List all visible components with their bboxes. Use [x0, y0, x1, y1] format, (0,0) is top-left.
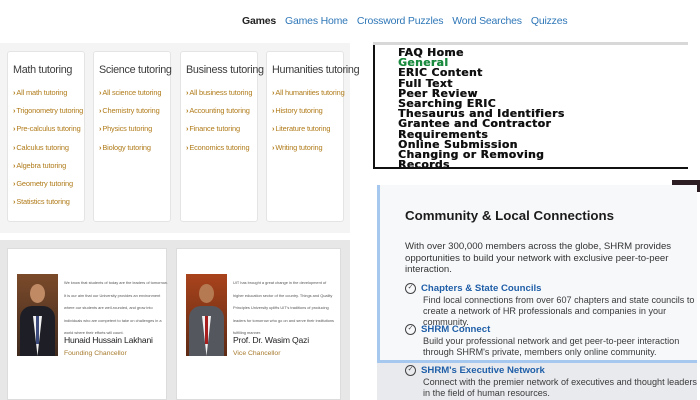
- humanities-tutoring-card: Humanities tutoring All humanities tutor…: [266, 51, 360, 222]
- shrm-card: Community & Local Connections With over …: [377, 185, 697, 400]
- tutoring-link[interactable]: Economics tutoring: [186, 139, 253, 157]
- vice-chancellor-role: Vice Chancellor: [233, 350, 281, 357]
- nav-crossword-puzzles[interactable]: Crossword Puzzles: [357, 15, 444, 27]
- card-title: Humanities tutoring: [272, 64, 360, 76]
- tutoring-link[interactable]: Statistics tutoring: [13, 193, 80, 211]
- check-circle-icon: ✓: [405, 283, 416, 294]
- shrm-title: Community & Local Connections: [405, 208, 615, 223]
- science-tutoring-card: Science tutoring All science tutoring Ch…: [93, 51, 172, 222]
- tutoring-link[interactable]: Pre-calculus tutoring: [13, 120, 80, 138]
- shrm-panel: Community & Local Connections With over …: [360, 180, 700, 400]
- check-circle-icon: ✓: [405, 324, 416, 335]
- vice-chancellor-photo: [186, 274, 227, 356]
- shrm-item-desc: Build your professional network and get …: [423, 336, 680, 357]
- math-tutoring-card: Math tutoring All math tutoring Trigonom…: [7, 51, 85, 222]
- eric-faq-menu: FAQ Home General ERIC Content Full Text …: [373, 45, 688, 169]
- tutoring-link[interactable]: Calculus tutoring: [13, 139, 80, 157]
- vice-chancellor-name: Prof. Dr. Wasim Qazi: [233, 335, 309, 345]
- card-title: Math tutoring: [13, 64, 73, 76]
- shrm-item-executive: ✓ SHRM's Executive Network Connect with …: [405, 365, 698, 399]
- tutoring-link[interactable]: Algebra tutoring: [13, 157, 80, 175]
- nav-games-home[interactable]: Games Home: [285, 15, 348, 27]
- shrm-item-desc: Find local connections from over 607 cha…: [423, 295, 695, 327]
- tutoring-link[interactable]: Chemistry tutoring: [99, 102, 166, 120]
- vice-chancellor-card: UIT has brought a great change in the de…: [176, 248, 341, 400]
- executive-network-link[interactable]: SHRM's Executive Network: [421, 365, 545, 376]
- chapters-link[interactable]: Chapters & State Councils: [421, 283, 541, 294]
- tutoring-link[interactable]: Trigonometry tutoring: [13, 102, 83, 120]
- shrm-item-desc: Connect with the premier network of exec…: [423, 377, 697, 398]
- business-tutoring-card: Business tutoring All business tutoring …: [180, 51, 264, 222]
- tutoring-link[interactable]: All science tutoring: [99, 84, 166, 102]
- faq-list: FAQ Home General ERIC Content Full Text …: [398, 47, 565, 167]
- leadership-section: We know that students of today are the l…: [0, 240, 350, 400]
- tutoring-link[interactable]: Literature tutoring: [272, 120, 339, 138]
- tutoring-link[interactable]: Geometry tutoring: [13, 175, 80, 193]
- tutoring-link[interactable]: All math tutoring: [13, 84, 80, 102]
- tutoring-section: Math tutoring All math tutoring Trigonom…: [0, 43, 360, 233]
- shrm-connect-link[interactable]: SHRM Connect: [421, 324, 490, 335]
- nav-games[interactable]: Games: [242, 15, 276, 27]
- chancellor-quote: We know that students of today are the l…: [64, 280, 168, 335]
- tutoring-link[interactable]: All business tutoring: [186, 84, 253, 102]
- tutoring-link[interactable]: Writing tutoring: [272, 139, 339, 157]
- card-title: Science tutoring: [99, 64, 172, 76]
- tutoring-link[interactable]: Accounting tutoring: [186, 102, 253, 120]
- tutoring-link[interactable]: History tutoring: [272, 102, 339, 120]
- vice-chancellor-quote: UIT has brought a great change in the de…: [233, 280, 334, 335]
- tutoring-link[interactable]: Physics tutoring: [99, 120, 166, 138]
- chancellor-name: Hunaid Hussain Lakhani: [64, 335, 153, 345]
- tutoring-link[interactable]: Biology tutoring: [99, 139, 166, 157]
- shrm-item-chapters: ✓ Chapters & State Councils Find local c…: [405, 283, 698, 327]
- shrm-item-connect: ✓ SHRM Connect Build your professional n…: [405, 324, 698, 358]
- chancellor-role: Founding Chancellor: [64, 350, 127, 357]
- shrm-intro: With over 300,000 members across the glo…: [405, 241, 672, 275]
- tutoring-link[interactable]: Finance tutoring: [186, 120, 253, 138]
- chancellor-card: We know that students of today are the l…: [7, 248, 168, 400]
- chancellor-photo: [17, 274, 58, 356]
- faq-item[interactable]: Records: [398, 159, 565, 167]
- tutoring-link[interactable]: All humanities tutoring: [272, 84, 344, 102]
- card-title: Business tutoring: [186, 64, 264, 76]
- nav-quizzes[interactable]: Quizzes: [531, 15, 568, 27]
- games-nav: Games Games Home Crossword Puzzles Word …: [242, 15, 568, 27]
- nav-word-searches[interactable]: Word Searches: [452, 15, 522, 27]
- check-circle-icon: ✓: [405, 365, 416, 376]
